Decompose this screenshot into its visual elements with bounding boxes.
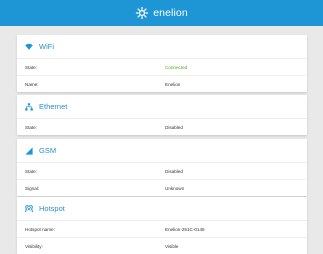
gsm-title: GSM xyxy=(39,146,57,155)
ethernet-card: Ethernet State: Disabled xyxy=(17,95,307,135)
row-label: Name: xyxy=(25,81,39,87)
ethernet-state-row: State: Disabled xyxy=(17,119,307,135)
wifi-state-value: Connected xyxy=(165,64,188,70)
wifi-name-row: Name: Enelion xyxy=(17,76,307,92)
wifi-title: WiFi xyxy=(39,42,54,51)
wifi-card-header: WiFi xyxy=(17,35,307,59)
gsm-signal-row: Signal: Unknown xyxy=(17,180,307,196)
ethernet-state-value: Disabled xyxy=(165,124,183,130)
ethernet-card-header: Ethernet xyxy=(17,95,307,119)
gsm-card-header: GSM xyxy=(17,139,307,163)
gsm-card: GSM State: Disabled Signal: Unknown xyxy=(17,139,307,196)
brand: enelion xyxy=(135,6,188,20)
row-label: Visibility: xyxy=(25,243,43,249)
hotspot-name-value: Enelion-251C-0145 xyxy=(165,226,205,232)
gsm-state-value: Disabled xyxy=(165,168,183,174)
hotspot-card: Hotspot Hotspot name: Enelion-251C-0145 … xyxy=(17,197,307,254)
wifi-card: WiFi State: Connected Name: Enelion xyxy=(17,35,307,92)
signal-icon xyxy=(25,146,33,155)
hotspot-name-row: Hotspot name: Enelion-251C-0145 xyxy=(17,221,307,238)
wifi-icon xyxy=(25,43,33,50)
row-label: Hotspot name: xyxy=(25,226,55,232)
row-label: State: xyxy=(25,64,38,70)
row-label: Signal: xyxy=(25,185,40,191)
ethernet-title: Ethernet xyxy=(39,102,68,111)
hotspot-card-header: Hotspot xyxy=(17,197,307,221)
enelion-logo-icon xyxy=(136,6,149,20)
gsm-signal-value: Unknown xyxy=(165,185,185,191)
hotspot-title: Hotspot xyxy=(39,204,65,213)
top-bar: enelion xyxy=(0,0,323,26)
row-label: State: xyxy=(25,124,38,130)
wifi-state-row: State: Connected xyxy=(17,59,307,76)
brand-name: enelion xyxy=(153,7,188,19)
gsm-state-row: State: Disabled xyxy=(17,163,307,180)
ethernet-icon xyxy=(25,102,33,111)
hotspot-visibility-value: Visible xyxy=(165,243,179,249)
hotspot-visibility-row: Visibility: Visible xyxy=(17,238,307,254)
wifi-name-value: Enelion xyxy=(165,81,181,87)
row-label: State: xyxy=(25,168,38,174)
hotspot-icon xyxy=(25,204,33,212)
